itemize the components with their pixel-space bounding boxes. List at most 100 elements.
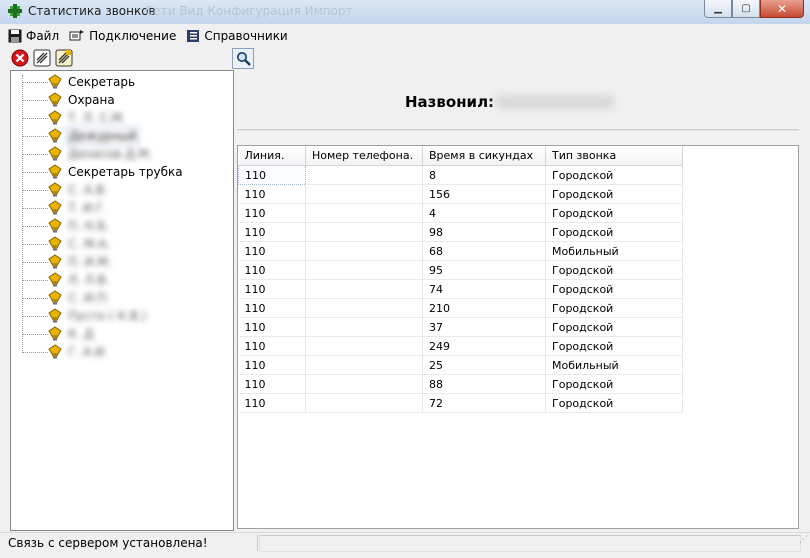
cell-duration: 8 <box>422 165 546 185</box>
tree-item-label: Пусто ( К.В.) <box>68 309 147 323</box>
lightbulb-icon <box>48 74 62 89</box>
lightbulb-icon <box>48 200 62 215</box>
cell-phone-redacted <box>305 298 423 318</box>
cell-duration: 88 <box>422 374 546 394</box>
menu-file[interactable]: Файл <box>8 29 59 43</box>
refresh-button[interactable] <box>32 48 52 68</box>
cell-line: 110 <box>238 336 306 356</box>
status-separator <box>257 535 258 551</box>
tree-connector-line <box>22 225 48 227</box>
window-title-ghost-menu: Сети Вид Конфигурация Импорт <box>145 4 353 18</box>
lightbulb-icon <box>48 272 62 287</box>
tree-item[interactable]: Денисов Д.М. <box>22 145 155 163</box>
column-header-phone[interactable]: Номер телефона. <box>305 146 423 166</box>
tree-connector-line <box>22 117 48 119</box>
cell-phone-redacted <box>305 222 423 242</box>
tree-item-label: Секретарь <box>68 75 136 89</box>
table-row[interactable]: 110 8 Городской <box>238 165 683 185</box>
save-icon <box>8 29 22 43</box>
cell-duration: 95 <box>422 260 546 280</box>
table-row[interactable]: 110 98 Городской <box>238 222 683 242</box>
cell-line: 110 <box>238 298 306 318</box>
refresh-icon <box>33 49 51 67</box>
cell-duration: 25 <box>422 355 546 375</box>
cell-call-type: Городской <box>545 203 683 223</box>
lightbulb-icon <box>48 218 62 233</box>
cell-line: 110 <box>238 241 306 261</box>
cell-phone-redacted <box>305 184 423 204</box>
table-row[interactable]: 110 37 Городской <box>238 317 683 337</box>
status-bar: Связь с сервером установлена! ⋰ <box>0 532 810 553</box>
tree-item[interactable]: К. Д <box>22 325 96 343</box>
minimize-button[interactable]: ▁ <box>704 0 732 18</box>
tree-connector-line <box>22 207 48 209</box>
table-row[interactable]: 110 72 Городской <box>238 393 683 413</box>
lightbulb-icon <box>48 92 62 107</box>
close-button[interactable]: ✕ <box>760 0 804 18</box>
tree-item[interactable]: П. Н.Б. <box>22 217 112 235</box>
table-row[interactable]: 110 25 Мобильный <box>238 355 683 375</box>
lightbulb-icon <box>48 344 62 359</box>
table-row[interactable]: 110 4 Городской <box>238 203 683 223</box>
cell-duration: 72 <box>422 393 546 413</box>
tree-item[interactable]: Секретарь трубка <box>22 163 185 181</box>
tree-item[interactable]: Охрана <box>22 91 117 109</box>
connect-icon <box>69 30 85 41</box>
tree-connector-line <box>22 99 48 101</box>
tree-item[interactable]: С. А.В. <box>22 181 110 199</box>
table-row[interactable]: 110 210 Городской <box>238 298 683 318</box>
cell-duration: 249 <box>422 336 546 356</box>
table-row[interactable]: 110 74 Городской <box>238 279 683 299</box>
tree-item[interactable]: Г. А.И. <box>22 343 110 361</box>
tree-item-label: Г. А.И. <box>68 345 108 359</box>
resize-grip-icon[interactable]: ⋰ <box>799 535 808 545</box>
tree-item[interactable]: Т. Л. С.М. <box>22 109 128 127</box>
column-header-duration[interactable]: Время в сикундах <box>422 146 546 166</box>
delete-icon <box>11 49 29 67</box>
lightbulb-icon <box>48 128 62 143</box>
tree-item-label: Денисов Д.М. <box>68 147 153 161</box>
close-icon: ✕ <box>776 1 788 16</box>
column-header-line[interactable]: Линия. <box>238 146 306 166</box>
cell-call-type: Городской <box>545 279 683 299</box>
cell-line: 110 <box>238 317 306 337</box>
menu-directories[interactable]: Справочники <box>186 29 288 43</box>
cell-line: 110 <box>238 260 306 280</box>
tree-item[interactable]: П. И.М. <box>22 253 114 271</box>
tree-item[interactable]: Дежурный <box>22 127 140 145</box>
tree-item[interactable]: Т. И.Г. <box>22 199 109 217</box>
menu-connection[interactable]: Подключение <box>69 29 176 43</box>
lightbulb-icon <box>48 236 62 251</box>
table-row[interactable]: 110 88 Городской <box>238 374 683 394</box>
cell-duration: 98 <box>422 222 546 242</box>
tree-item[interactable]: Секретарь <box>22 73 137 91</box>
status-text: Связь с сервером установлена! <box>8 536 208 550</box>
status-panel <box>259 535 801 552</box>
tree-item[interactable]: Пусто ( К.В.) <box>22 307 148 325</box>
edit-button[interactable] <box>54 48 74 68</box>
calls-table: Линия. Номер телефона. Время в сикундах … <box>238 146 683 413</box>
table-row[interactable]: 110 95 Городской <box>238 260 683 280</box>
tree-item[interactable]: С. И.П. <box>22 289 112 307</box>
lightbulb-icon <box>48 308 62 323</box>
header-strip <box>237 130 799 145</box>
table-row[interactable]: 110 156 Городской <box>238 184 683 204</box>
tree-connector-line <box>22 189 48 191</box>
cell-call-type: Городской <box>545 260 683 280</box>
cell-line: 110 <box>238 279 306 299</box>
tree-item[interactable]: С. М.А. <box>22 235 112 253</box>
tree-item[interactable]: Л. Л.В. <box>22 271 112 289</box>
tree-item-label: С. И.П. <box>68 291 110 305</box>
maximize-button[interactable]: ▢ <box>732 0 760 18</box>
title-bar: Статистика звонков Сети Вид Конфигурация… <box>0 0 810 24</box>
table-row[interactable]: 110 68 Мобильный <box>238 241 683 261</box>
table-row[interactable]: 110 249 Городской <box>238 336 683 356</box>
search-button[interactable] <box>232 48 254 69</box>
delete-button[interactable] <box>10 48 30 68</box>
tree-item-label: Секретарь трубка <box>68 165 183 179</box>
cell-call-type: Городской <box>545 222 683 242</box>
column-header-type[interactable]: Тип звонка <box>545 146 683 166</box>
tree-connector-line <box>22 351 48 353</box>
cell-call-type: Мобильный <box>545 355 683 375</box>
cell-call-type: Городской <box>545 374 683 394</box>
